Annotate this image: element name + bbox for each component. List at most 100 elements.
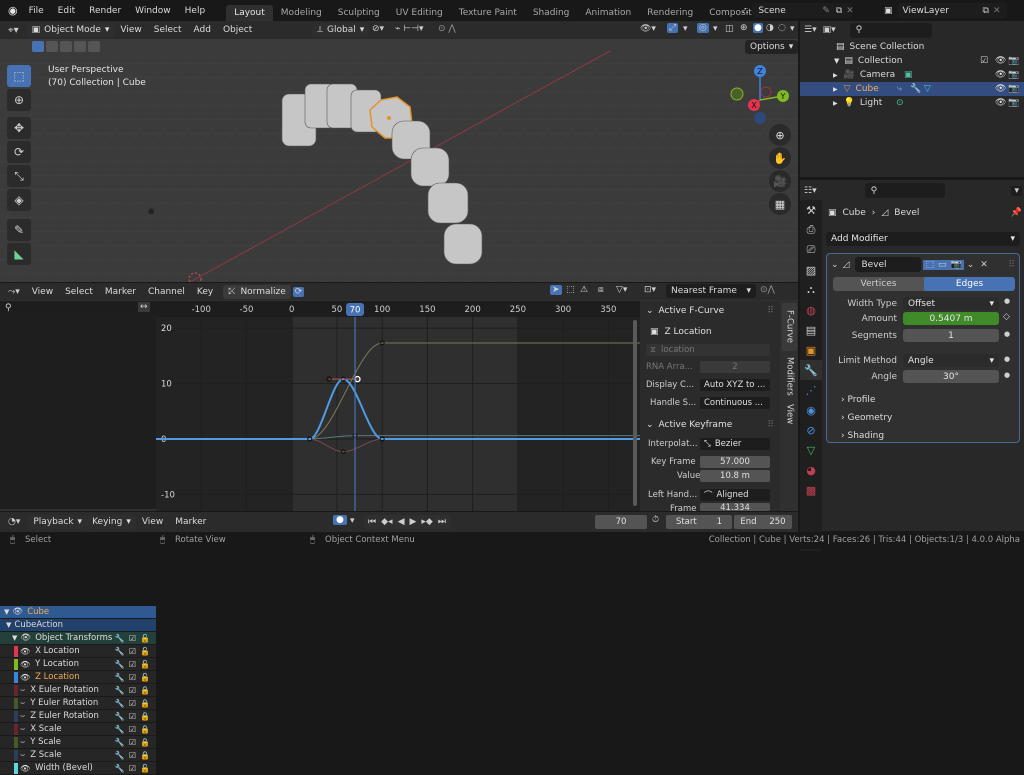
tab-output[interactable]: ⎚ — [800, 240, 822, 260]
options-dropdown[interactable]: ▾ — [1011, 185, 1022, 196]
outliner-item-collection[interactable]: ▼ ▤ Collection ☑ 👁 📷 — [800, 54, 1024, 68]
pivot-icon[interactable]: ⊘▾ — [372, 24, 384, 34]
add-modifier-dropdown[interactable]: Add Modifier ▾ — [826, 232, 1020, 246]
lock-icon[interactable]: 🔒 — [140, 725, 150, 734]
menu-view[interactable]: View — [114, 25, 147, 35]
channel-y-euler-rotation[interactable]: ⌣ Y Euler Rotation 🔧 ☑ 🔒 — [0, 697, 156, 710]
channel-x-scale[interactable]: ⌣ X Scale 🔧 ☑ 🔒 — [0, 723, 156, 736]
end-frame-field[interactable]: End 250 — [734, 515, 792, 529]
overlay-dropdown[interactable]: ▾ — [713, 24, 718, 34]
eye-icon[interactable]: 👁 — [20, 647, 30, 656]
lock-icon[interactable]: 🔓 — [140, 634, 150, 643]
auto-normalize-icon[interactable]: ⟳ — [292, 286, 305, 297]
outliner-search[interactable]: ⚲ — [849, 22, 932, 38]
mute-checkbox[interactable]: ☑ — [129, 751, 136, 760]
select-new-icon[interactable] — [32, 41, 44, 52]
normalize-toggle[interactable]: ⤪ Normalize — [223, 284, 291, 299]
editor-type-icon[interactable]: ⤳▾ — [8, 287, 20, 297]
tab-fcurve[interactable]: F-Curve — [782, 303, 797, 351]
select-extend-icon[interactable] — [46, 41, 58, 52]
channel-x-location[interactable]: 👁 X Location 🔧 ☑ 🔓 — [0, 645, 156, 658]
select-intersect-icon[interactable] — [88, 41, 100, 52]
only-errors-icon[interactable]: ⚠ — [580, 285, 588, 295]
proportional-edit-icon[interactable]: ⊙⋀ — [760, 285, 775, 295]
properties-search[interactable]: ⚲ — [864, 183, 945, 198]
pan-view-button[interactable]: ✋ — [769, 147, 791, 169]
auto-keying-icon[interactable]: ● — [333, 515, 347, 525]
start-frame-field[interactable]: Start 1 — [666, 515, 732, 529]
mute-checkbox[interactable]: ☑ — [129, 634, 136, 643]
fcurve-plot[interactable]: -100 -50 0 50 100 150 200 250 300 35020100-1070 — [156, 301, 640, 511]
outliner-item-camera[interactable]: ▶ 🎥 Camera ▣ 👁 📷 — [800, 68, 1024, 82]
menu-view[interactable]: View — [136, 517, 169, 527]
handle-smoothing-dropdown[interactable]: Continuous ... — [700, 397, 770, 409]
eye-icon[interactable]: 👁 — [20, 764, 30, 773]
modifier-toggle-icon[interactable]: 🔧 — [115, 634, 125, 643]
render-toggle-icon[interactable]: 📷 — [948, 259, 964, 270]
channel-width-bevel[interactable]: 👁 Width (Bevel) 🔧 ☑ 🔓 — [0, 762, 156, 775]
mute-checkbox[interactable]: ☑ — [129, 660, 136, 669]
new-viewlayer-icon[interactable]: ⧉ — [983, 6, 989, 16]
tool-annotate[interactable]: ✎ — [7, 219, 31, 241]
tab-constraints[interactable]: ⊘ — [800, 420, 822, 440]
tool-cursor[interactable]: ⊕ — [7, 89, 31, 111]
3d-viewport[interactable]: ✹ ⌖▾ ▣ Object Mode ▾ View Select Add Obje… — [0, 21, 798, 282]
tab-view[interactable]: View — [782, 401, 797, 427]
show-hidden-icon[interactable]: ⬚ — [566, 285, 575, 295]
menu-select[interactable]: Select — [148, 25, 188, 35]
curve-icon[interactable]: ⌣ — [20, 711, 25, 721]
tab-rendering[interactable]: Rendering — [639, 5, 701, 21]
channel-z-scale[interactable]: ⌣ Z Scale 🔧 ☑ 🔒 — [0, 749, 156, 762]
menu-key[interactable]: Key — [191, 287, 219, 297]
modifier-toggle-icon[interactable]: 🔧 — [115, 725, 125, 734]
pivot-icon[interactable]: ⊡▾ — [644, 285, 656, 295]
interpolation-dropdown[interactable]: ⤡ Bezier — [700, 438, 770, 450]
viewlayer-field[interactable]: ViewLayer — [896, 3, 1007, 18]
swap-icon[interactable]: ↔ — [138, 302, 150, 312]
expand-icon[interactable]: ▼ — [12, 634, 17, 642]
xray-icon[interactable]: ◫ — [725, 24, 734, 34]
ortho-toggle-button[interactable]: ▦ — [769, 193, 791, 215]
new-scene-icon[interactable]: ⧉ — [836, 6, 842, 16]
jump-start-icon[interactable]: ⏮ — [368, 517, 376, 527]
rna-array-index-field[interactable]: 2 — [700, 361, 770, 373]
eye-icon[interactable]: 👁 — [20, 673, 30, 682]
display-color-dropdown[interactable]: Auto XYZ to ... — [700, 379, 770, 391]
navigation-gizmo[interactable]: Z Y X — [728, 63, 798, 133]
key-frame-field[interactable]: 57.000 — [700, 456, 770, 468]
editor-type-icon[interactable]: ☷▾ — [804, 186, 817, 196]
current-frame-field[interactable]: 70 — [595, 515, 647, 529]
lock-icon[interactable]: 🔓 — [140, 660, 150, 669]
eye-icon[interactable]: 👁 — [20, 660, 30, 669]
filter-icon[interactable]: ▽▾ — [616, 285, 627, 295]
tool-rotate[interactable]: ⟳ — [7, 141, 31, 163]
tab-scene[interactable]: ⛬ — [800, 280, 822, 300]
modifier-toggle-icon[interactable]: 🔧 — [115, 712, 125, 721]
tab-modifiers[interactable]: Modifiers — [782, 353, 797, 399]
modifier-menu-dropdown[interactable]: ⌄ — [967, 260, 975, 270]
modifier-toggle-icon[interactable]: 🔧 — [115, 673, 125, 682]
keyframe-dot-icon[interactable]: ● — [1004, 355, 1010, 363]
frame-field[interactable]: 41.334 — [700, 503, 770, 511]
remove-modifier-icon[interactable]: ✕ — [980, 260, 988, 270]
keyframe-diamond-icon[interactable]: ◇ — [1003, 312, 1010, 322]
lock-icon[interactable]: 🔒 — [140, 712, 150, 721]
keying-dropdown[interactable]: Keying ▾ — [87, 515, 136, 529]
menu-window[interactable]: Window — [128, 6, 178, 16]
editor-type-icon[interactable]: ⌖▾ — [8, 25, 19, 36]
tool-measure[interactable]: ◣ — [7, 243, 31, 265]
lock-icon[interactable]: 🔒 — [140, 699, 150, 708]
subpanel-profile[interactable]: › Profile — [841, 395, 875, 405]
lock-icon[interactable]: 🔓 — [140, 673, 150, 682]
tab-uv-editing[interactable]: UV Editing — [388, 5, 451, 21]
modifier-toggle-icon[interactable]: 🔧 — [115, 660, 125, 669]
expand-icon[interactable]: ▼ — [4, 608, 9, 616]
playback-dropdown[interactable]: Playback ▾ — [28, 515, 88, 529]
wireframe-shading-icon[interactable]: ⊕ — [740, 23, 748, 33]
tab-shading[interactable]: Shading — [525, 5, 578, 21]
filter-view-icon[interactable]: ▣▾ — [823, 25, 836, 35]
tab-modifiers[interactable]: 🔧 — [800, 360, 822, 380]
play-icon[interactable]: ▶ — [409, 517, 416, 527]
orientation-dropdown[interactable]: ⟂ Global ▾ — [312, 23, 370, 37]
expand-icon[interactable]: ▶ — [833, 72, 838, 79]
